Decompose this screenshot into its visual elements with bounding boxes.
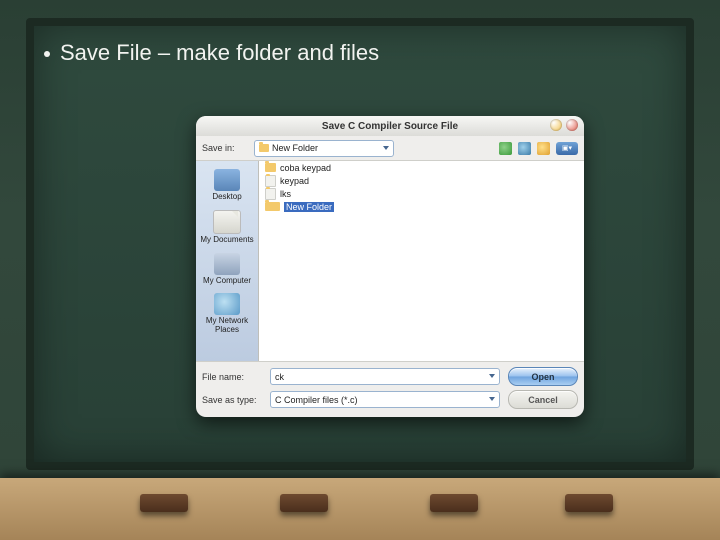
- slide: Save File – make folder and files Save C…: [0, 0, 720, 540]
- folder-icon: [259, 144, 269, 152]
- place-my-documents[interactable]: My Documents: [196, 206, 258, 249]
- file-icon: [265, 188, 276, 200]
- eraser-icon: [280, 494, 328, 512]
- place-my-computer[interactable]: My Computer: [196, 249, 258, 290]
- list-item[interactable]: keypad: [259, 174, 584, 187]
- dialog-body: Desktop My Documents My Computer My Netw…: [196, 161, 584, 361]
- open-button-label: Open: [531, 372, 554, 382]
- cancel-button[interactable]: Cancel: [508, 390, 578, 409]
- chevron-down-icon: [489, 397, 495, 401]
- save-file-dialog: Save C Compiler Source File Save in: New…: [196, 116, 584, 417]
- bullet-text: Save File – make folder and files: [60, 40, 379, 65]
- list-item[interactable]: coba keypad: [259, 161, 584, 174]
- folder-icon: [265, 163, 276, 172]
- filename-value: ck: [275, 372, 284, 382]
- type-dropdown[interactable]: C Compiler files (*.c): [270, 391, 500, 408]
- type-value: C Compiler files (*.c): [275, 395, 358, 405]
- minimize-icon[interactable]: [550, 119, 562, 131]
- close-icon[interactable]: [566, 119, 578, 131]
- view-menu-button[interactable]: ▣▾: [556, 142, 578, 155]
- network-icon: [214, 293, 240, 315]
- place-network[interactable]: My Network Places: [196, 289, 258, 339]
- place-desktop[interactable]: Desktop: [196, 165, 258, 206]
- eraser-icon: [430, 494, 478, 512]
- list-item-selected[interactable]: New Folder: [259, 200, 584, 213]
- place-label: My Network Places: [196, 317, 258, 335]
- type-label: Save as type:: [202, 395, 262, 405]
- savein-value: New Folder: [272, 143, 318, 153]
- toolbar-icons: ▣▾: [499, 142, 578, 155]
- eraser-icon: [140, 494, 188, 512]
- item-name: New Folder: [284, 202, 334, 212]
- back-icon[interactable]: [499, 142, 512, 155]
- new-folder-icon[interactable]: [537, 142, 550, 155]
- filename-field[interactable]: ck: [270, 368, 500, 385]
- list-item[interactable]: lks: [259, 187, 584, 200]
- filename-label: File name:: [202, 372, 262, 382]
- places-sidebar: Desktop My Documents My Computer My Netw…: [196, 161, 259, 361]
- dialog-title: Save C Compiler Source File: [322, 121, 458, 132]
- savein-dropdown[interactable]: New Folder: [254, 140, 394, 157]
- item-name: lks: [280, 189, 291, 199]
- savein-label: Save in:: [202, 143, 254, 153]
- window-buttons: [550, 119, 578, 131]
- computer-icon: [214, 253, 240, 275]
- item-name: coba keypad: [280, 163, 331, 173]
- place-label: My Documents: [200, 236, 253, 245]
- bullet-dot: [44, 51, 50, 57]
- dialog-footer: File name: ck Open Save as type: C Compi…: [196, 361, 584, 417]
- chevron-down-icon: [489, 374, 495, 378]
- cancel-button-label: Cancel: [528, 395, 558, 405]
- documents-icon: [213, 210, 241, 234]
- place-label: Desktop: [212, 193, 241, 202]
- dialog-toolbar: Save in: New Folder ▣▾: [196, 136, 584, 161]
- slide-bullet: Save File – make folder and files: [44, 40, 379, 66]
- file-icon: [265, 175, 276, 187]
- file-list[interactable]: coba keypad keypad lks New Folder: [259, 161, 584, 361]
- item-name: keypad: [280, 176, 309, 186]
- open-button[interactable]: Open: [508, 367, 578, 386]
- up-one-level-icon[interactable]: [518, 142, 531, 155]
- desktop-icon: [214, 169, 240, 191]
- place-label: My Computer: [203, 277, 251, 286]
- folder-icon: [265, 202, 280, 211]
- dialog-titlebar[interactable]: Save C Compiler Source File: [196, 116, 584, 136]
- chevron-down-icon: [383, 146, 389, 150]
- eraser-icon: [565, 494, 613, 512]
